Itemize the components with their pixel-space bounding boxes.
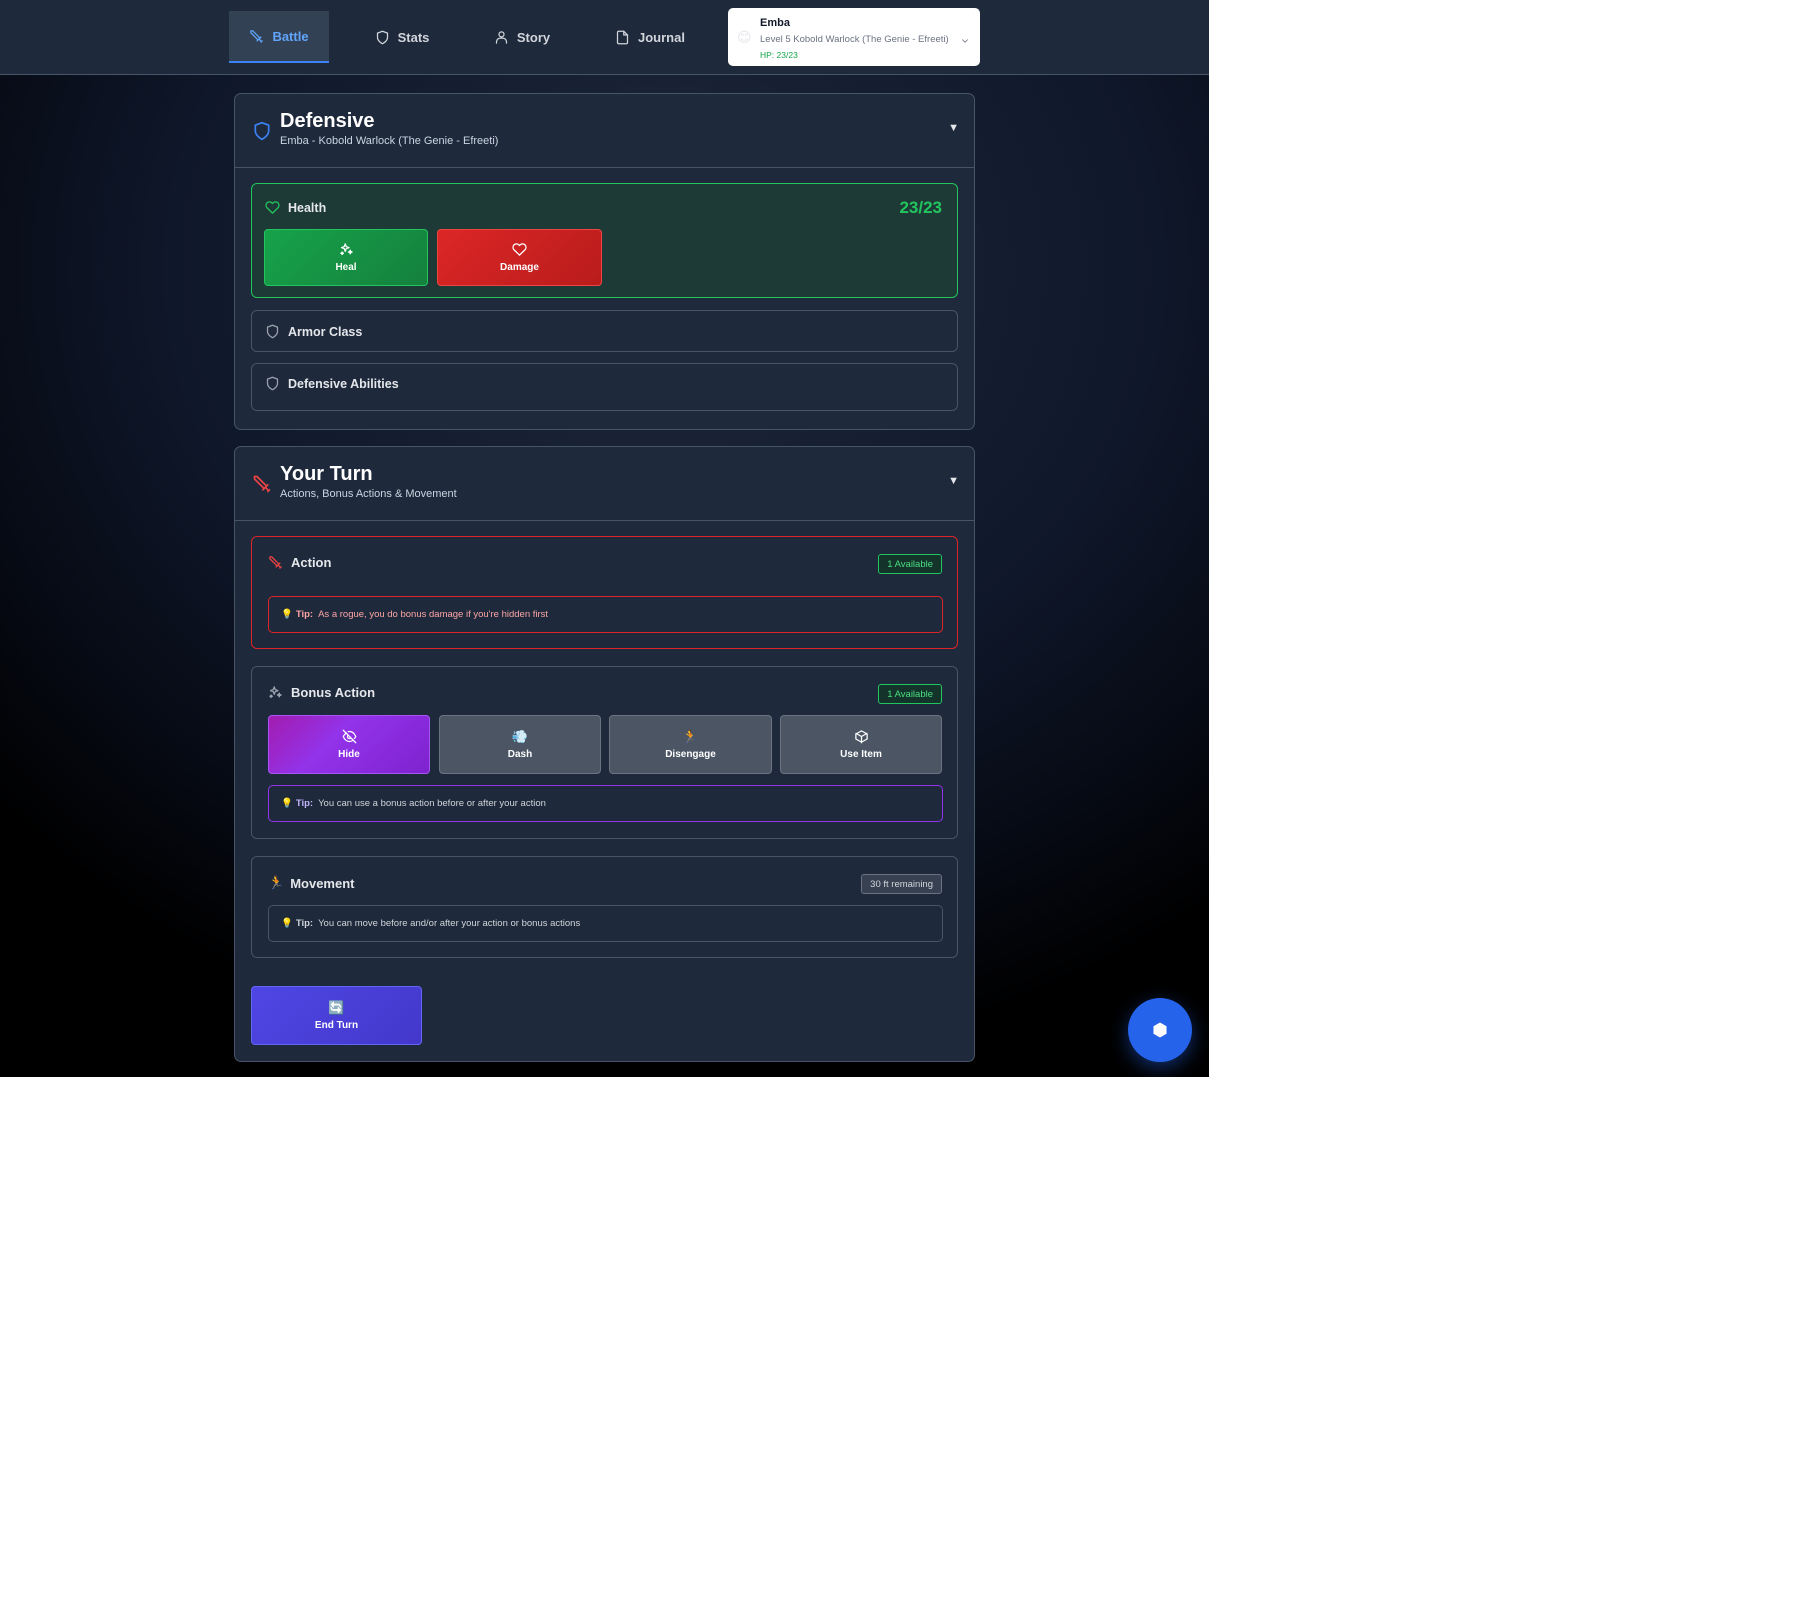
bonus-tip-text: You can use a bonus action before or aft… — [318, 798, 546, 809]
defensive-abilities-header: Defensive Abilities — [265, 376, 399, 391]
sword-icon — [250, 29, 264, 43]
end-turn-label: End Turn — [314, 1020, 359, 1031]
refresh-icon: 🔄 — [328, 1000, 345, 1015]
top-nav-bar: Battle Stats Story Journal 😊 Emba Level … — [0, 0, 1209, 75]
defensive-abilities-card[interactable]: Defensive Abilities — [251, 363, 958, 411]
movement-tip: 💡 Tip: You can move before and/or after … — [268, 905, 943, 942]
damage-button[interactable]: Damage — [437, 229, 602, 286]
armor-class-header: Armor Class — [265, 324, 362, 339]
collapse-caret-icon[interactable]: ▼ — [948, 475, 959, 487]
armor-class-label: Armor Class — [288, 324, 363, 339]
tab-stats[interactable]: Stats — [362, 11, 442, 63]
lightbulb-icon: 💡 — [281, 609, 293, 620]
your-turn-panel-header[interactable]: Your Turn Actions, Bonus Actions & Movem… — [235, 447, 974, 521]
bonus-action-label: Bonus Action — [291, 685, 376, 700]
disengage-button[interactable]: 🏃 Disengage — [609, 715, 772, 774]
user-icon — [495, 30, 507, 44]
sword-icon — [253, 475, 271, 493]
sparkles-icon — [339, 243, 353, 256]
heal-button[interactable]: Heal — [264, 229, 428, 286]
end-turn-button[interactable]: 🔄 End Turn — [251, 986, 422, 1045]
eye-off-icon — [342, 729, 356, 744]
defensive-subtitle: Emba - Kobold Warlock (The Genie - Efree… — [280, 135, 499, 147]
health-value: 23/23 — [899, 198, 942, 217]
defensive-panel-header[interactable]: Defensive Emba - Kobold Warlock (The Gen… — [235, 94, 974, 168]
defensive-abilities-label: Defensive Abilities — [288, 376, 399, 391]
shield-icon — [266, 376, 279, 391]
lightbulb-icon: 💡 — [281, 918, 293, 929]
character-avatar: 😊 — [737, 29, 752, 45]
running-person-icon: 🏃 — [682, 729, 699, 744]
action-card: Action 1 Available 💡 Tip: As a rogue, yo… — [251, 536, 958, 649]
tip-prefix: Tip: — [295, 609, 314, 620]
health-header: Health — [265, 200, 326, 215]
tab-journal-label: Journal — [638, 29, 685, 45]
tip-prefix: Tip: — [295, 798, 314, 809]
damage-button-label: Damage — [500, 262, 539, 273]
action-label: Action — [291, 555, 332, 570]
floating-dice-button[interactable] — [1128, 998, 1192, 1062]
sword-icon — [269, 556, 282, 569]
hide-button-label: Hide — [338, 749, 360, 760]
tab-stats-label: Stats — [397, 29, 430, 45]
wind-icon: 💨 — [511, 729, 529, 744]
health-card: Health 23/23 Heal Damage — [251, 183, 958, 298]
use-item-button-label: Use Item — [840, 749, 882, 760]
running-person-icon: 🏃 — [268, 875, 285, 890]
tab-story[interactable]: Story — [482, 11, 562, 63]
movement-card: 🏃 Movement 30 ft remaining 💡 Tip: You ca… — [251, 856, 958, 958]
your-turn-title: Your Turn — [280, 463, 373, 485]
action-available-badge: 1 Available — [878, 554, 942, 574]
tab-journal[interactable]: Journal — [606, 11, 694, 63]
bonus-available-badge: 1 Available — [878, 684, 942, 704]
your-turn-subtitle: Actions, Bonus Actions & Movement — [280, 488, 457, 500]
movement-remaining-badge: 30 ft remaining — [861, 874, 942, 894]
dash-button-label: Dash — [507, 749, 533, 760]
hide-button[interactable]: Hide — [268, 715, 430, 774]
use-item-button[interactable]: Use Item — [780, 715, 942, 774]
heart-icon — [512, 243, 527, 256]
sparkles-icon — [269, 686, 282, 699]
shield-icon — [254, 121, 270, 141]
your-turn-panel: Your Turn Actions, Bonus Actions & Movem… — [234, 446, 975, 1062]
defensive-panel: Defensive Emba - Kobold Warlock (The Gen… — [234, 93, 975, 430]
file-icon — [616, 30, 629, 44]
disengage-button-label: Disengage — [665, 749, 716, 760]
heart-icon — [265, 201, 280, 214]
tab-story-label: Story — [516, 29, 551, 45]
box-icon — [854, 730, 868, 744]
tip-prefix: Tip: — [295, 918, 314, 929]
chevron-down-icon — [962, 39, 968, 43]
character-hp: HP: 23/23 — [760, 50, 798, 60]
shield-icon — [266, 324, 279, 339]
movement-tip-text: You can move before and/or after your ac… — [318, 918, 581, 929]
shield-icon — [376, 30, 388, 44]
movement-label: Movement — [290, 875, 355, 891]
movement-header: 🏃 Movement — [268, 875, 354, 891]
action-header: Action — [268, 555, 331, 570]
character-subtitle: Level 5 Kobold Warlock (The Genie - Efre… — [760, 34, 949, 45]
action-tip: 💡 Tip: As a rogue, you do bonus damage i… — [268, 596, 943, 633]
hexagon-icon — [1153, 1022, 1167, 1038]
health-label: Health — [288, 200, 327, 215]
app-window: Battle Stats Story Journal 😊 Emba Level … — [0, 0, 1209, 1077]
action-tip-text: As a rogue, you do bonus damage if you'r… — [318, 609, 549, 620]
armor-class-card[interactable]: Armor Class — [251, 310, 958, 352]
collapse-caret-icon[interactable]: ▼ — [948, 122, 959, 134]
tab-battle[interactable]: Battle — [229, 11, 329, 63]
defensive-title: Defensive — [280, 110, 375, 132]
lightbulb-icon: 💡 — [281, 798, 293, 809]
dash-button[interactable]: 💨 Dash — [439, 715, 601, 774]
bonus-tip: 💡 Tip: You can use a bonus action before… — [268, 785, 943, 822]
character-name: Emba — [760, 17, 790, 29]
character-selector[interactable]: 😊 Emba Level 5 Kobold Warlock (The Genie… — [728, 8, 980, 66]
tab-battle-label: Battle — [272, 28, 309, 44]
bonus-action-card: Bonus Action 1 Available Hide 💨 Dash 🏃 D… — [251, 666, 958, 839]
heal-button-label: Heal — [335, 262, 357, 273]
bonus-action-header: Bonus Action — [268, 685, 375, 700]
